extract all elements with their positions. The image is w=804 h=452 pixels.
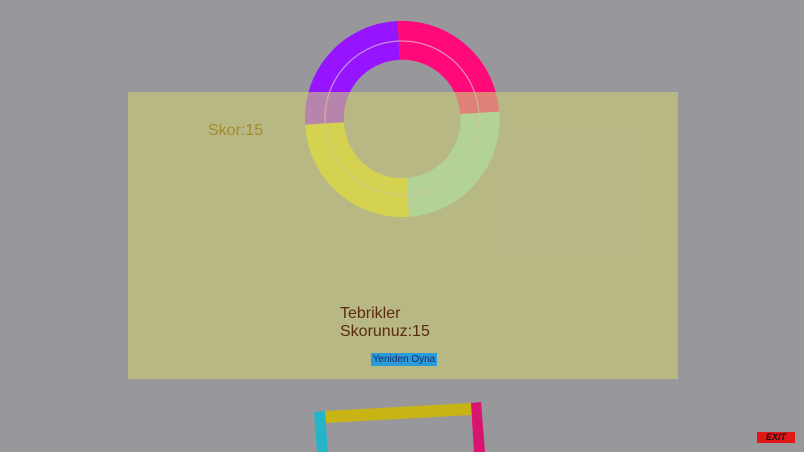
replay-button[interactable]: Yeniden Oyna: [371, 353, 437, 366]
congrats-text: Tebrikler: [340, 305, 401, 322]
game-over-message: Tebrikler Skorunuz:15: [340, 305, 430, 341]
exit-button[interactable]: EXIT: [757, 432, 795, 443]
square-obstacle: [314, 402, 485, 452]
final-score-text: Skorunuz:15: [340, 323, 430, 340]
score-label: Skor:15: [208, 122, 264, 139]
obstacle-bar-magenta: [471, 402, 485, 452]
obstacle-bar-yellow: [324, 403, 472, 423]
